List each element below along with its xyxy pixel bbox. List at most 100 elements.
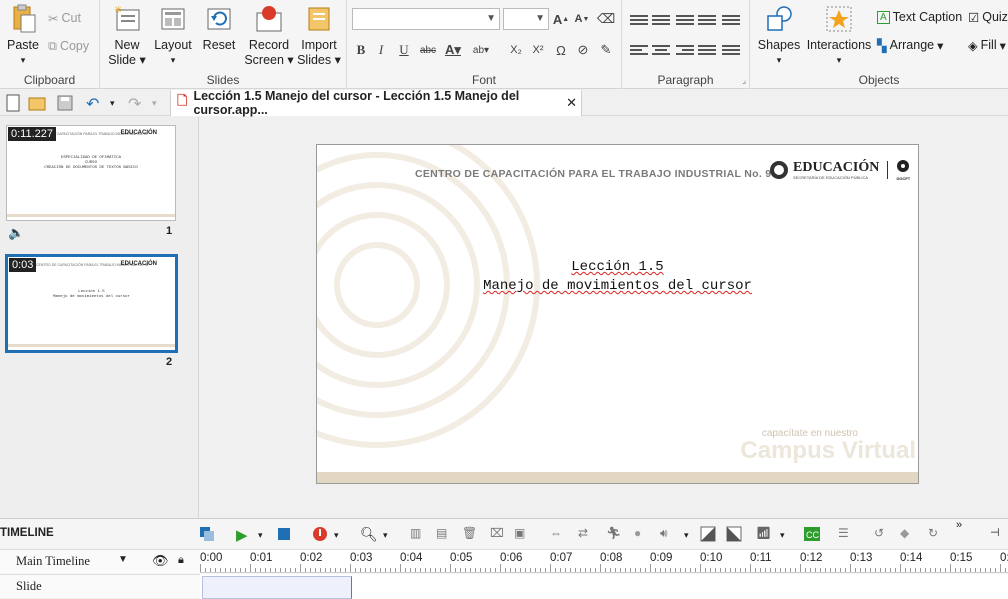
align-right-icon[interactable] [676,43,694,57]
font-family-select[interactable]: ▼ [352,8,500,30]
effects-icon[interactable]: 🏃︎ [606,526,622,542]
font-size-select[interactable]: ▼ [503,8,549,30]
slide-notes-icon[interactable]: ☰ [838,526,854,542]
rotate-left-icon[interactable]: ↺ [874,526,890,542]
pin-icon[interactable]: ⊣ [990,526,1006,542]
superscript-icon[interactable]: X² [529,41,547,59]
lock-icon[interactable]: 🔒︎ [178,554,184,567]
audio-icon[interactable]: 🔈 [8,225,24,241]
paste-button[interactable]: Paste ▾ [4,4,42,68]
cut-button[interactable]: ✂ Cut [48,8,81,28]
chevron-down-icon[interactable]: ▾ [684,530,700,546]
copy-button[interactable]: ⧉ Copy [48,36,89,56]
new-document-icon[interactable] [4,94,22,112]
reset-button[interactable]: Reset [198,4,240,53]
strikethrough-icon[interactable]: abc [419,41,437,59]
underline-icon[interactable]: U [395,41,413,59]
font-color-icon[interactable]: A▾ [444,41,462,59]
crop-icon[interactable]: ⌧ [490,526,506,542]
new-slide-button[interactable]: ✳ New Slide ▾ [106,4,148,68]
chevron-down-icon[interactable]: ▼ [118,554,128,565]
chevron-down-icon[interactable]: ▾ [258,530,274,546]
save-icon[interactable] [56,94,74,112]
chevron-down-icon[interactable]: ▾ [334,530,350,546]
symbol-icon[interactable]: Ω [552,41,570,59]
stop-icon[interactable] [276,526,292,542]
distribute-icon[interactable]: ▤ [436,526,452,542]
format-painter-icon[interactable]: ⊘ [574,41,592,59]
more-icon[interactable]: » [956,519,972,535]
grow-font-icon[interactable]: A ▲ [552,10,570,28]
interactions-button[interactable]: Interactions ▾ [806,4,872,68]
align-center-icon[interactable] [652,43,670,57]
ruler-minor-tick [330,568,331,572]
zoom-icon[interactable]: 🔍︎ [360,526,378,542]
opacity-icon[interactable]: ● [634,526,650,542]
text-caption-button[interactable]: A Text Caption [877,7,962,27]
timeline-ruler[interactable]: 0:00 0:01 0:02 0:03 0:04 0:05 0:06 0:07 0:08 0:09… [200,549,1008,573]
document-tab[interactable]: 🗋 Lección 1.5 Manejo del cursor - Lecció… [170,89,582,117]
increase-indent-icon[interactable] [698,13,716,27]
rotate-right-icon[interactable]: ↻ [928,526,944,542]
bullet-list-icon[interactable] [652,13,670,27]
fade-out-icon[interactable] [726,526,742,542]
italic-icon[interactable]: I [372,41,390,59]
record-screen-button[interactable]: Record Screen ▾ [244,4,294,68]
close-icon[interactable]: ✕ [566,95,577,111]
fit-icon[interactable]: ⇔ [550,526,566,542]
ruler-minor-tick [950,564,951,572]
visibility-eye-icon[interactable]: 👁︎ [152,553,169,569]
main-timeline-row[interactable]: Main Timeline ▼ 👁︎ 🔒︎ [0,549,200,573]
show-hide-icon[interactable] [199,526,215,542]
arrange-button[interactable]: ▚ Arrange ▾ [877,35,943,55]
bold-icon[interactable]: B [352,41,370,59]
sync-icon[interactable]: ⇄ [578,526,594,542]
slide-thumbnail-1[interactable]: CENTRO DE CAPACITACIÓN PARA EL TRABAJO I… [6,125,176,221]
layout-button[interactable]: Layout ▾ [152,4,194,68]
fade-in-icon[interactable] [700,526,716,542]
import-slides-button[interactable]: Import Slides ▾ [296,4,342,68]
quiz-button[interactable]: ☑ Quiz [968,7,1008,27]
open-folder-icon[interactable] [28,94,46,112]
ruler-minor-tick [315,568,316,572]
undo-icon[interactable]: ↶ [86,94,104,113]
volume-icon[interactable]: 🔊︎ [660,526,676,542]
ruler-minor-tick [570,568,571,572]
align-objects-icon[interactable]: ▥ [410,526,426,542]
chevron-down-icon[interactable]: ▾ [152,98,170,116]
decrease-indent-icon[interactable] [676,13,694,27]
slide-track[interactable] [200,574,1008,599]
ruler-minor-tick [405,568,406,572]
subscript-icon[interactable]: X₂ [507,41,525,59]
shrink-font-icon[interactable]: A ▼ [573,10,591,28]
delete-object-icon[interactable]: 🗑︎ [462,526,478,542]
audio-levels-icon[interactable]: 📶︎ [756,526,772,542]
diamond-icon[interactable]: ◆ [900,526,916,542]
shapes-button[interactable]: Shapes ▾ [756,4,802,68]
text-effects-icon[interactable]: ✎ [597,41,615,59]
clear-format-icon[interactable]: ⌫ [597,10,615,28]
chevron-down-icon[interactable]: ▾ [110,98,128,116]
line-spacing-icon[interactable] [722,13,740,27]
record-audio-icon[interactable] [312,526,328,542]
dgcft-logo-icon [897,160,910,172]
chevron-down-icon[interactable]: ▾ [780,530,796,546]
slide-thumbnail-2[interactable]: CENTRO DE CAPACITACIÓN PARA EL TRABAJO I… [5,254,178,353]
fill-button[interactable]: ◈ Fill ▾ [968,35,1006,55]
chevron-down-icon[interactable]: ▾ [383,530,399,546]
closed-captions-icon[interactable]: CC [804,526,820,542]
group-icon[interactable]: ▣ [514,526,530,542]
slide-clip[interactable] [202,576,352,599]
ruler-minor-tick [830,568,831,572]
align-left-icon[interactable] [630,43,648,57]
redo-icon[interactable]: ↷ [128,94,146,113]
numbered-list-icon[interactable] [630,13,648,27]
vertical-align-icon[interactable] [722,43,740,57]
dialog-launcher-icon[interactable]: ⌟ [742,76,746,85]
slide-row[interactable]: Slide [0,574,200,598]
play-icon[interactable]: ▶ [236,526,252,544]
highlight-icon[interactable]: ab▾ [472,41,490,59]
slide-canvas[interactable]: CENTRO DE CAPACITACIÓN PARA EL TRABAJO I… [316,144,919,484]
justify-icon[interactable] [698,43,716,57]
slide-title[interactable]: Lección 1.5 Manejo de movimientos del cu… [317,258,918,296]
